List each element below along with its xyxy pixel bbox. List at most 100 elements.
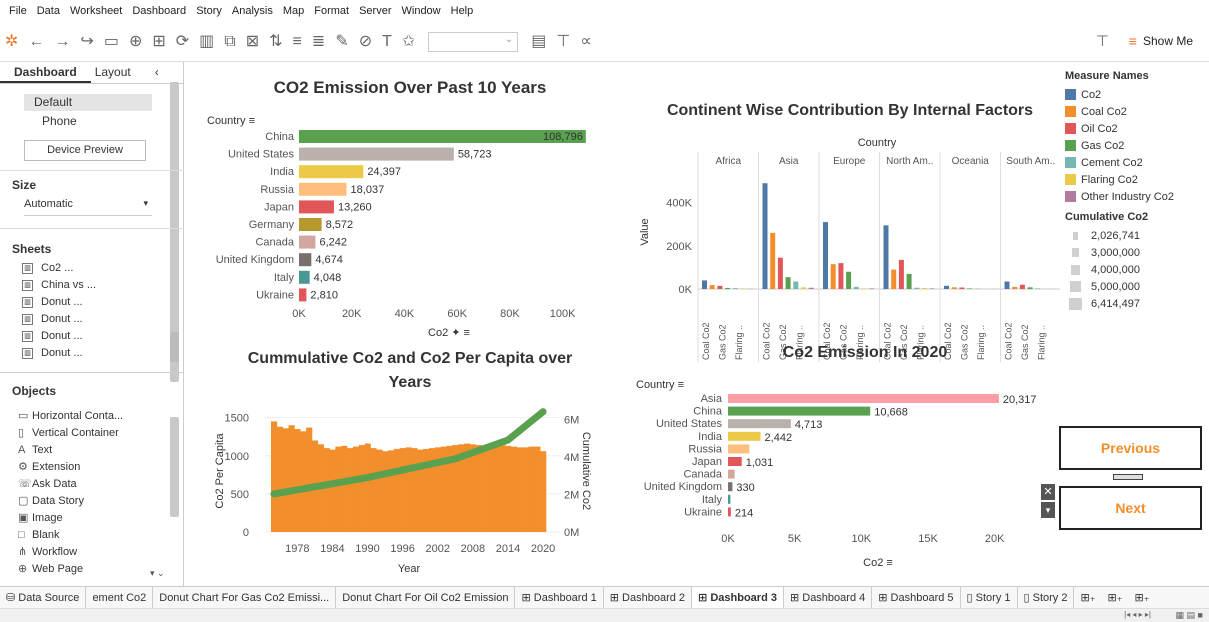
device-phone[interactable]: Phone	[42, 114, 77, 128]
object-item[interactable]: ▯ Vertical Container	[0, 425, 150, 442]
device-preview-button[interactable]: Device Preview	[24, 140, 146, 161]
new-story-icon[interactable]: ⊞₊	[1129, 587, 1156, 609]
legend-label: Other Industry Co2	[1081, 190, 1174, 203]
menu-map[interactable]: Map	[278, 5, 309, 17]
sheet-item[interactable]: ▥ Co2 ...	[0, 260, 150, 277]
pin-icon[interactable]: ✩	[402, 33, 415, 50]
next-button[interactable]: Next	[1059, 486, 1202, 530]
tableau-logo-icon[interactable]: ✲	[5, 33, 18, 50]
object-item[interactable]: A Text	[0, 442, 150, 459]
bar	[770, 232, 776, 290]
highlight-icon[interactable]: ✎	[335, 33, 348, 50]
refresh-icon[interactable]: ⟳	[176, 33, 189, 50]
page-nav-icons[interactable]: |◂ ◂ ▸ ▸|	[1124, 610, 1151, 619]
legend-item[interactable]: Gas Co2	[1065, 137, 1205, 154]
group-icon[interactable]: ⊘	[359, 33, 372, 50]
save-icon[interactable]: ▭	[104, 33, 119, 50]
tab-dashboard-2[interactable]: ⊞ Dashboard 2	[604, 586, 693, 609]
legend-title: Measure Names	[1065, 70, 1149, 82]
new-worksheet-icon[interactable]: ▥	[199, 33, 214, 50]
sheet-item[interactable]: ▥ China vs ...	[0, 277, 150, 294]
object-item[interactable]: ▣ Image	[0, 510, 150, 527]
tab-story-1[interactable]: ▯ Story 1	[961, 586, 1018, 609]
sort-desc-icon[interactable]: ≣	[312, 33, 325, 50]
objects-label: Objects	[12, 384, 57, 398]
label-icon[interactable]: T	[382, 33, 392, 50]
new-dashboard-icon[interactable]: ⊞₊	[1102, 587, 1129, 609]
object-item[interactable]: □ Blank	[0, 527, 150, 544]
menu-data[interactable]: Data	[32, 5, 65, 17]
tab-dashboard-4[interactable]: ⊞ Dashboard 4	[784, 586, 873, 609]
x-tick-label: 2002	[426, 543, 450, 555]
object-item[interactable]: ☏Ask Data	[0, 476, 150, 493]
presentation-icon[interactable]: ⊤	[556, 33, 570, 50]
forward-icon[interactable]: →	[54, 33, 70, 50]
sort-asc-icon[interactable]: ≡	[293, 33, 302, 50]
menu-server[interactable]: Server	[354, 5, 396, 17]
collapse-pane-icon[interactable]: ‹	[145, 62, 159, 83]
x-tick-label: Coal Co2	[701, 322, 711, 360]
object-item[interactable]: ⋔ Workflow	[0, 544, 150, 561]
share-icon[interactable]: ∝	[580, 33, 591, 50]
legend-item[interactable]: Flaring Co2	[1065, 171, 1205, 188]
tab-ement-co2[interactable]: ement Co2	[86, 586, 154, 609]
size-legend-title: Cumulative Co2	[1065, 211, 1149, 223]
sheet-item[interactable]: ▥ Donut ...	[0, 328, 150, 345]
fit-dropdown[interactable]: ⌄	[428, 31, 519, 52]
objects-scrollbar[interactable]	[170, 417, 179, 517]
tab-data-source[interactable]: ⛁ Data Source	[0, 586, 87, 609]
menu-window[interactable]: Window	[397, 5, 446, 17]
sheet-item[interactable]: ▥ Donut ...	[0, 345, 150, 362]
close-icon[interactable]: ✕	[1041, 484, 1055, 500]
tab-dashboard[interactable]: Dashboard	[0, 62, 91, 83]
redo-icon[interactable]: ↪	[80, 33, 93, 50]
size-select[interactable]: Automatic ▾	[24, 198, 152, 216]
y-tick-right: 4M	[564, 452, 579, 464]
scroll-down-icon[interactable]: ▾ ⌄	[150, 568, 165, 579]
pin-toolbar-icon[interactable]: ⊤	[1096, 32, 1109, 50]
new-sheet-icon[interactable]: ⊞	[152, 33, 165, 50]
menu-story[interactable]: Story	[191, 5, 227, 17]
sheet-item[interactable]: ▥ Donut ...	[0, 311, 150, 328]
tab-story-2[interactable]: ▯ Story 2	[1018, 586, 1075, 609]
sheets-scrollbar[interactable]	[170, 332, 179, 362]
menu-worksheet[interactable]: Worksheet	[65, 5, 127, 17]
new-datasource-icon[interactable]: ⊕	[129, 33, 142, 50]
more-options-icon[interactable]: ▾	[1041, 502, 1055, 518]
legend-item[interactable]: Cement Co2	[1065, 154, 1205, 171]
view-toggle-icons[interactable]: ▦ ▤ ■	[1176, 610, 1203, 621]
tab-donut-chart-for-oil-co2-emission[interactable]: Donut Chart For Oil Co2 Emission	[336, 586, 516, 609]
cards-icon[interactable]: ▤	[531, 33, 546, 50]
object-item[interactable]: ⚙ Extension	[0, 459, 150, 476]
tab-dashboard-3[interactable]: ⊞ Dashboard 3	[692, 586, 784, 609]
new-sheet-icon[interactable]: ⊞₊	[1074, 587, 1101, 609]
swap-icon[interactable]: ⇅	[269, 33, 282, 50]
tab-dashboard-1[interactable]: ⊞ Dashboard 1	[515, 586, 604, 609]
tab-layout[interactable]: Layout	[91, 62, 145, 83]
tab-dashboard-5[interactable]: ⊞ Dashboard 5	[872, 586, 961, 609]
menu-file[interactable]: File	[4, 5, 32, 17]
object-item[interactable]: ▢ Data Story	[0, 493, 150, 510]
menu-analysis[interactable]: Analysis	[227, 5, 278, 17]
duplicate-icon[interactable]: ⧉	[224, 33, 235, 50]
menu-help[interactable]: Help	[446, 5, 479, 17]
device-default[interactable]: Default	[24, 94, 152, 111]
previous-button[interactable]: Previous	[1059, 426, 1202, 470]
left-pane: Dashboard Layout ‹ Default Phone Device …	[0, 62, 184, 586]
back-icon[interactable]: ←	[28, 33, 44, 50]
menu-format[interactable]: Format	[309, 5, 354, 17]
sheets-list: ▥ Co2 ... ▥ China vs ... ▥ Donut ... ▥ Donut ..…	[0, 260, 150, 370]
tab-donut-chart-for-gas-co2-emissi-[interactable]: Donut Chart For Gas Co2 Emissi...	[153, 586, 337, 609]
menu-dashboard[interactable]: Dashboard	[127, 5, 191, 17]
show-me-button[interactable]: ⊤ ≡ Show Me	[1096, 32, 1193, 50]
resize-handle[interactable]	[1113, 474, 1143, 480]
object-item[interactable]: ▭ Horizontal Conta...	[0, 408, 150, 425]
sheet-item[interactable]: ▥ Donut ...	[0, 294, 150, 311]
legend-item[interactable]: Coal Co2	[1065, 103, 1205, 120]
legend-item[interactable]: Other Industry Co2	[1065, 188, 1205, 205]
clear-icon[interactable]: ⊠	[246, 33, 259, 50]
legend-item[interactable]: Oil Co2	[1065, 120, 1205, 137]
bar	[299, 147, 454, 161]
legend-item[interactable]: Co2	[1065, 86, 1205, 103]
object-item[interactable]: ⊕ Web Page	[0, 561, 150, 578]
